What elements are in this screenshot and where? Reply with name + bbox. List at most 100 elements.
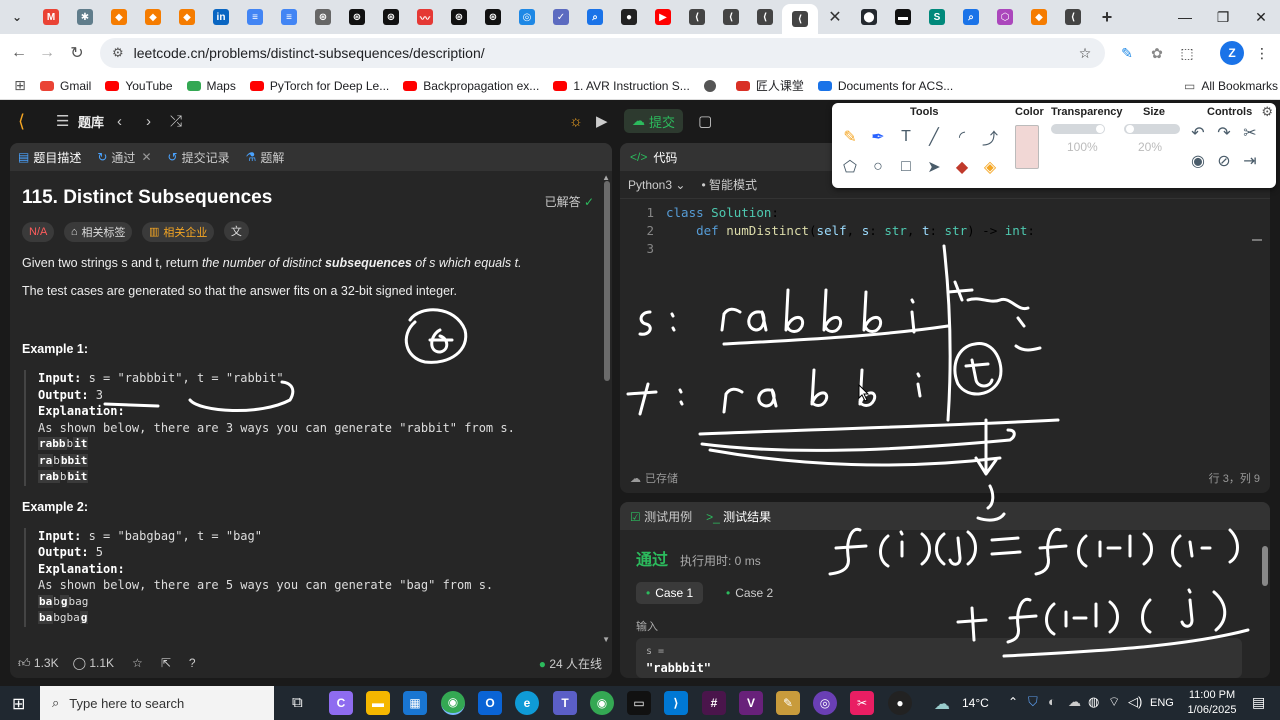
exit-icon[interactable]: ⇥ (1238, 149, 1262, 173)
volume-icon[interactable]: ◁) (1128, 694, 1142, 710)
language-indicator[interactable]: ENG (1150, 697, 1174, 709)
tab-solutions[interactable]: ⚗ 题解 (246, 149, 285, 166)
forward-icon[interactable]: → (32, 38, 62, 68)
polygon-tool-icon[interactable]: ⬠ (838, 155, 862, 179)
line-tool-icon[interactable]: ╱ (922, 125, 946, 149)
tab-chatgpt-2[interactable]: ⊛ (340, 0, 374, 34)
tab-search[interactable]: ⌕ (578, 0, 612, 34)
code-line-2[interactable]: 2 def numDistinct(self, s: str, t: str) … (620, 222, 1034, 240)
taskbar-vscode[interactable]: ⟩ (664, 691, 688, 715)
tab-gmail[interactable]: M (34, 0, 68, 34)
comment-button[interactable]: ◯ 1.1K (73, 656, 114, 670)
smart-mode-toggle[interactable]: • 智能模式 (701, 176, 757, 193)
scroll-up-icon[interactable]: ▲ (602, 173, 610, 182)
undo-icon[interactable]: ↶ (1186, 121, 1210, 145)
redo-icon[interactable]: ↷ (1212, 121, 1236, 145)
bookmark-gmail[interactable]: Gmail (40, 79, 91, 93)
help-icon[interactable]: ? (189, 656, 196, 670)
tab-close-icon[interactable]: ✕ (818, 0, 852, 34)
debug-icon[interactable]: ☼ (569, 113, 583, 130)
all-bookmarks[interactable]: ▭ All Bookmarks (1184, 79, 1278, 93)
tab-search-menu[interactable]: ⌄ (0, 0, 34, 34)
tray-chevron-icon[interactable]: ⌃ (1008, 695, 1018, 709)
tab-leetcode-1[interactable]: ◆ (102, 0, 136, 34)
tab-shield[interactable]: ✓ (544, 0, 578, 34)
curve-tool-icon[interactable]: ◜ (950, 125, 974, 149)
share-icon[interactable]: ⇱ (161, 656, 171, 670)
clock[interactable]: 11:00 PM 1/06/2025 (1182, 688, 1242, 718)
transparency-slider[interactable] (1051, 124, 1105, 134)
tray-network-icon[interactable]: ◍ (1088, 694, 1099, 710)
companies-tag-button[interactable]: ▥ 相关企业 (141, 221, 215, 242)
taskbar-app-dark[interactable]: ● (888, 691, 912, 715)
tab-github[interactable]: ⬤ (852, 0, 886, 34)
tab-passed[interactable]: ↻ 通过 ✕ (97, 149, 151, 166)
pointer-tool-icon[interactable]: ➤ (922, 155, 946, 179)
tab-leetcode-4[interactable]: ◆ (1022, 0, 1056, 34)
tray-cloud-icon[interactable]: ☁ (1068, 694, 1081, 710)
tab-terminal[interactable]: ▬ (886, 0, 920, 34)
bookmark-globe[interactable] (703, 79, 722, 92)
task-view-icon[interactable]: ⧉ (292, 694, 303, 711)
color-swatch[interactable] (1015, 125, 1039, 169)
tab-description[interactable]: ▤ 题目描述 (18, 149, 81, 166)
tab-lc-b[interactable]: ⟨ (714, 0, 748, 34)
taskbar-vs[interactable]: V (739, 691, 763, 715)
editor-scrollbar[interactable] (1252, 239, 1262, 241)
bookmark-youtube[interactable]: YouTube (105, 79, 173, 93)
translate-button[interactable]: 文 (223, 221, 249, 241)
tab-leetcode-2[interactable]: ◆ (136, 0, 170, 34)
taskbar-explorer[interactable]: ▬ (366, 691, 390, 715)
shuffle-icon[interactable]: ⤮ (170, 113, 182, 130)
description-scrollbar[interactable] (604, 181, 610, 381)
tab-lc-d[interactable]: ⟨ (1056, 0, 1090, 34)
text-tool-icon[interactable]: T (894, 125, 918, 149)
bookmark-avr[interactable]: 1. AVR Instruction S... (553, 79, 690, 93)
notes-icon[interactable]: ▢ (698, 112, 712, 130)
case-tab-2[interactable]: • Case 2 (720, 582, 779, 604)
topics-tag-button[interactable]: ⌂ 相关标签 (63, 222, 133, 242)
taskbar-outlook[interactable]: O (478, 691, 502, 715)
tab-chatgpt-3[interactable]: ⊛ (374, 0, 408, 34)
tray-app-icon[interactable]: ◐ (1048, 694, 1056, 709)
windows-start-icon[interactable]: ⊞ (12, 694, 25, 714)
highlighter-icon[interactable]: ✎ (838, 125, 862, 149)
notifications-icon[interactable]: ▤ (1252, 694, 1265, 711)
tab-youtube[interactable]: ▶ (646, 0, 680, 34)
marker-icon[interactable]: ✒ (866, 125, 890, 149)
circle-tool-icon[interactable]: ○ (866, 155, 890, 179)
taskbar-teams[interactable]: T (553, 691, 577, 715)
prev-problem-icon[interactable]: ‹ (117, 113, 122, 130)
problem-list-icon[interactable]: ☰ (56, 112, 69, 130)
weather-temp[interactable]: 14°C (962, 696, 989, 710)
rectangle-tool-icon[interactable]: □ (894, 155, 918, 179)
taskbar-terminal[interactable]: ▭ (627, 691, 651, 715)
tab-dot[interactable]: ● (612, 0, 646, 34)
clear-icon[interactable]: ✂ (1238, 121, 1262, 145)
settings-gear-icon[interactable]: ⚙ (1261, 104, 1273, 120)
fill-tool-icon[interactable]: ◈ (978, 155, 1002, 179)
taskbar-snip[interactable]: ✂ (850, 691, 874, 715)
browser-menu-icon[interactable]: ⋮ (1250, 41, 1274, 65)
apps-grid-icon[interactable]: ⊞ (0, 77, 40, 94)
extension-blue-icon[interactable]: ✎ (1115, 41, 1139, 65)
next-problem-icon[interactable]: › (146, 113, 151, 130)
favorite-star-icon[interactable]: ☆ (132, 656, 143, 670)
bookmark-jiangren[interactable]: 匠人课堂 (735, 77, 804, 94)
wifi-icon[interactable]: ⌔ (1108, 694, 1120, 710)
tab-leetcode-3[interactable]: ◆ (170, 0, 204, 34)
taskbar-copilot[interactable]: C (329, 691, 353, 715)
tab-docs-1[interactable]: ≡ (238, 0, 272, 34)
tab-linkedin[interactable]: in (204, 0, 238, 34)
tab-active-leetcode[interactable]: ⟨ (782, 4, 818, 34)
bookmark-maps[interactable]: Maps (186, 79, 236, 93)
bookmark-star-icon[interactable]: ☆ (1073, 41, 1097, 65)
size-slider[interactable] (1124, 124, 1180, 134)
tab-lc-c[interactable]: ⟨ (748, 0, 782, 34)
extension-gray-icon[interactable]: ✿ (1145, 41, 1169, 65)
new-tab-icon[interactable]: + (1090, 0, 1124, 34)
code-line-1[interactable]: 1 class Solution: (620, 204, 778, 222)
tab-chatgpt-1[interactable]: ⊛ (306, 0, 340, 34)
close-tab-icon[interactable]: ✕ (141, 150, 151, 164)
taskbar-chrome[interactable]: ◉ (441, 691, 465, 715)
